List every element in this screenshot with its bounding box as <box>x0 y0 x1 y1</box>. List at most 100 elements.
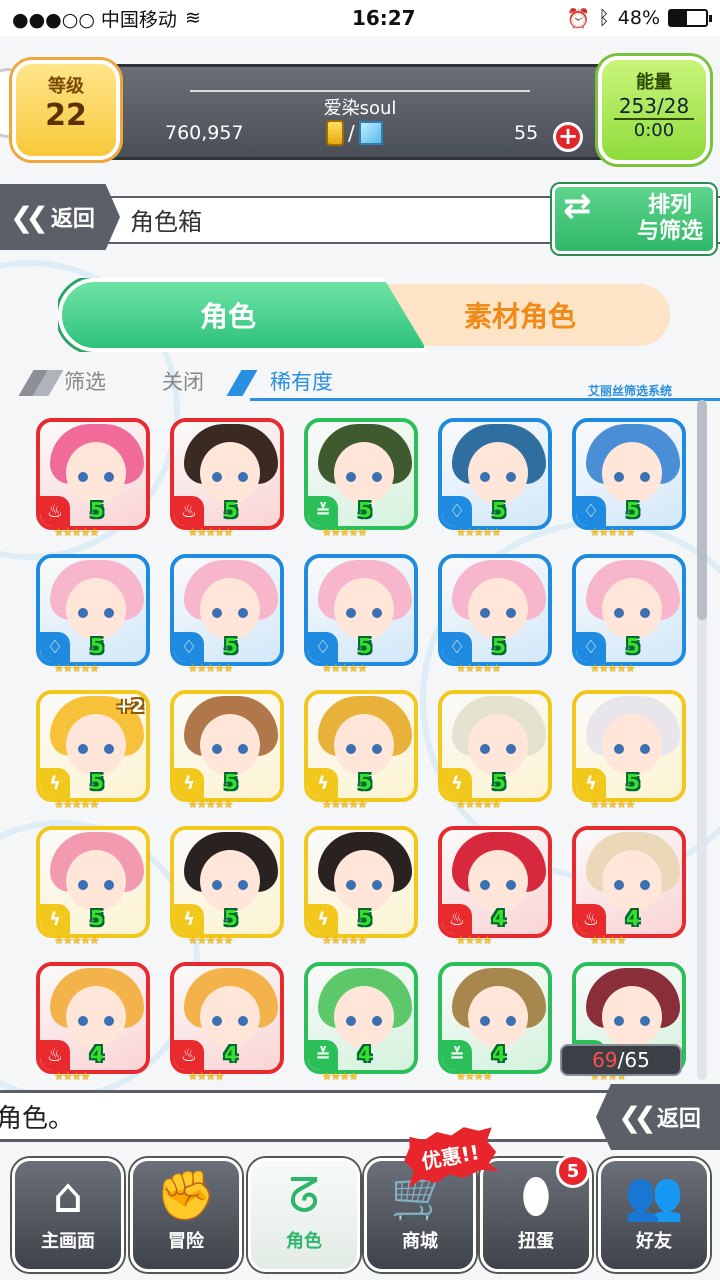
page-title: 角色箱 <box>130 208 202 236</box>
scrollbar[interactable] <box>697 400 707 1080</box>
fire-attribute-icon: ♨ <box>40 1040 70 1070</box>
water-attribute-icon: ♢ <box>576 632 606 662</box>
portrait-eyes <box>480 608 516 618</box>
back-button-bottom[interactable]: ❮❮ 返回 <box>596 1084 720 1150</box>
star-rating: ★★★★ <box>590 934 626 947</box>
alarm-icon: ⏰ <box>566 7 591 30</box>
tab-characters[interactable]: 角色 <box>58 278 428 352</box>
star-rating: ★★★★★ <box>188 798 233 811</box>
nav-item-fist[interactable]: ✊ 冒险 <box>130 1158 242 1272</box>
character-portrait: ♢ 5 <box>36 554 150 666</box>
character-card[interactable]: ♨ 4 ★★★★ <box>36 962 152 1083</box>
nav-label: 商城 <box>402 1231 438 1252</box>
filter-toggle[interactable]: 关闭 <box>162 366 204 396</box>
rarity-number: 5 <box>224 770 238 794</box>
character-card[interactable]: ♢ 5 ★★★★★ <box>572 418 688 539</box>
character-card[interactable]: ϟ 5 ★★★★★ <box>572 690 688 811</box>
water-attribute-icon: ♢ <box>174 632 204 662</box>
character-portrait: ϟ5 <box>438 690 552 802</box>
fire-attribute-icon: ♨ <box>174 496 204 526</box>
portrait-eyes <box>212 608 248 618</box>
star-rating: ★★★★★ <box>188 662 233 675</box>
star-rating: ★★★★★ <box>322 798 367 811</box>
character-card[interactable]: ♨ 4 ★★★★ <box>572 826 688 947</box>
character-card[interactable]: ♢ 5 ★★★★★ <box>438 418 554 539</box>
rarity-number: 4 <box>358 1042 372 1066</box>
star-rating: ★★★★★ <box>322 934 367 947</box>
character-card[interactable]: ♨ 4 ★★★★ <box>170 962 286 1083</box>
character-portrait: ≚ 4 <box>438 962 552 1074</box>
rarity-number: 5 <box>90 770 104 794</box>
character-card[interactable]: ϟ 5 ★★★★★ <box>438 690 554 811</box>
wind-attribute-icon: ≚ <box>308 496 338 526</box>
portrait-eyes <box>212 880 248 890</box>
character-card[interactable]: ϟ 5 ★★★★★ <box>304 690 420 811</box>
level-label: 等级 <box>48 76 84 97</box>
character-card[interactable]: ϟ 5 ★★★★★ <box>304 826 420 947</box>
character-card[interactable]: ♨ 4 ★★★★ <box>438 826 554 947</box>
sort-filter-button[interactable]: ⇄ 排列 与筛选 <box>552 184 716 254</box>
player-header: › 等级 22 爱染soul 760,957 / 55 + 能量 253/28 … <box>0 36 720 176</box>
character-portrait: ♢ 5 <box>438 418 552 530</box>
character-count-separator: / <box>617 1048 625 1072</box>
star-rating: ★★★★★ <box>54 934 99 947</box>
character-count-current: 69 <box>592 1048 618 1072</box>
thunder-attribute-icon: ϟ <box>174 768 204 798</box>
character-card[interactable]: ≚ 4 ★★★★ <box>304 962 420 1083</box>
water-attribute-icon: ♢ <box>442 496 472 526</box>
rabbit-sort-icon: ⇄ <box>563 186 592 226</box>
star-rating: ★★★★★ <box>322 526 367 539</box>
clock: 16:27 <box>351 6 416 30</box>
star-rating: ★★★★★ <box>590 662 635 675</box>
rarity-number: 5 <box>358 634 372 658</box>
character-card[interactable]: ♢ 5 ★★★★★ <box>572 554 688 675</box>
character-card[interactable]: ≚ 4 ★★★★ <box>438 962 554 1083</box>
nav-item-friends[interactable]: 👥 好友 <box>598 1158 710 1272</box>
star-rating: ★★★★★ <box>322 662 367 675</box>
character-card[interactable]: ♢ 5 ★★★★★ <box>304 554 420 675</box>
buy-gems-button[interactable]: + <box>553 122 583 152</box>
nav-item-rabbit[interactable]: ᘔ 角色 <box>248 1158 360 1272</box>
character-portrait: ♨ 5 <box>170 418 284 530</box>
rarity-number: 4 <box>90 1042 104 1066</box>
character-portrait: ♨ 4 <box>438 826 552 938</box>
nav-label: 好友 <box>636 1231 672 1252</box>
sort-order-rarity[interactable]: 稀有度 <box>270 366 333 396</box>
fire-attribute-icon: ♨ <box>442 904 472 934</box>
character-card[interactable]: ♨ 5 ★★★★★ <box>36 418 152 539</box>
character-card[interactable]: ♢ 5 ★★★★★ <box>170 554 286 675</box>
back-button[interactable]: ❮❮ 返回 <box>0 184 120 250</box>
battery-percent: 48% <box>617 7 660 29</box>
character-card[interactable]: ϟ 5 ★★★★★ <box>36 826 152 947</box>
portrait-eyes <box>346 608 382 618</box>
character-portrait: ϟ5 <box>170 826 284 938</box>
character-card[interactable]: ϟ 5 ★★★★★ <box>170 690 286 811</box>
character-card[interactable]: ϟ 5 ★★★★★ <box>170 826 286 947</box>
level-value: 22 <box>45 98 87 133</box>
character-card[interactable]: ≚ 5 ★★★★★ <box>304 418 420 539</box>
character-count: 69 / 65 <box>560 1044 682 1076</box>
coin-count: 760,957 <box>165 122 244 144</box>
home-icon: ⌂ <box>52 1168 84 1224</box>
portrait-eyes <box>212 744 248 754</box>
character-portrait: ≚ 5 <box>304 418 418 530</box>
rarity-number: 5 <box>492 634 506 658</box>
character-card[interactable]: ♨ 5 ★★★★★ <box>170 418 286 539</box>
character-card[interactable]: ♢ 5 ★★★★★ <box>438 554 554 675</box>
wind-attribute-icon: ≚ <box>442 1040 472 1070</box>
rarity-number: 5 <box>492 770 506 794</box>
rarity-number: 4 <box>492 1042 506 1066</box>
scrollbar-thumb[interactable] <box>697 400 707 620</box>
character-portrait: ♢ 5 <box>438 554 552 666</box>
star-rating: ★★★★★ <box>54 526 99 539</box>
battery-fill <box>670 11 688 25</box>
star-rating: ★★★★ <box>188 1070 224 1083</box>
character-portrait: ♨ 4 <box>36 962 150 1074</box>
rarity-number: 5 <box>224 906 238 930</box>
nav-item-home[interactable]: ⌂ 主画面 <box>12 1158 124 1272</box>
character-card[interactable]: ♢ 5 ★★★★★ <box>36 554 152 675</box>
rarity-number: 5 <box>626 498 640 522</box>
bottom-navigation: ⌂ 主画面 ✊ 冒险 ᘔ 角色 🛒 商城 ⬮ 扭蛋 👥 好友 <box>0 1150 720 1280</box>
character-portrait: ϟ5 <box>304 690 418 802</box>
character-card[interactable]: ϟ 5 +2 ★★★★★ <box>36 690 152 811</box>
